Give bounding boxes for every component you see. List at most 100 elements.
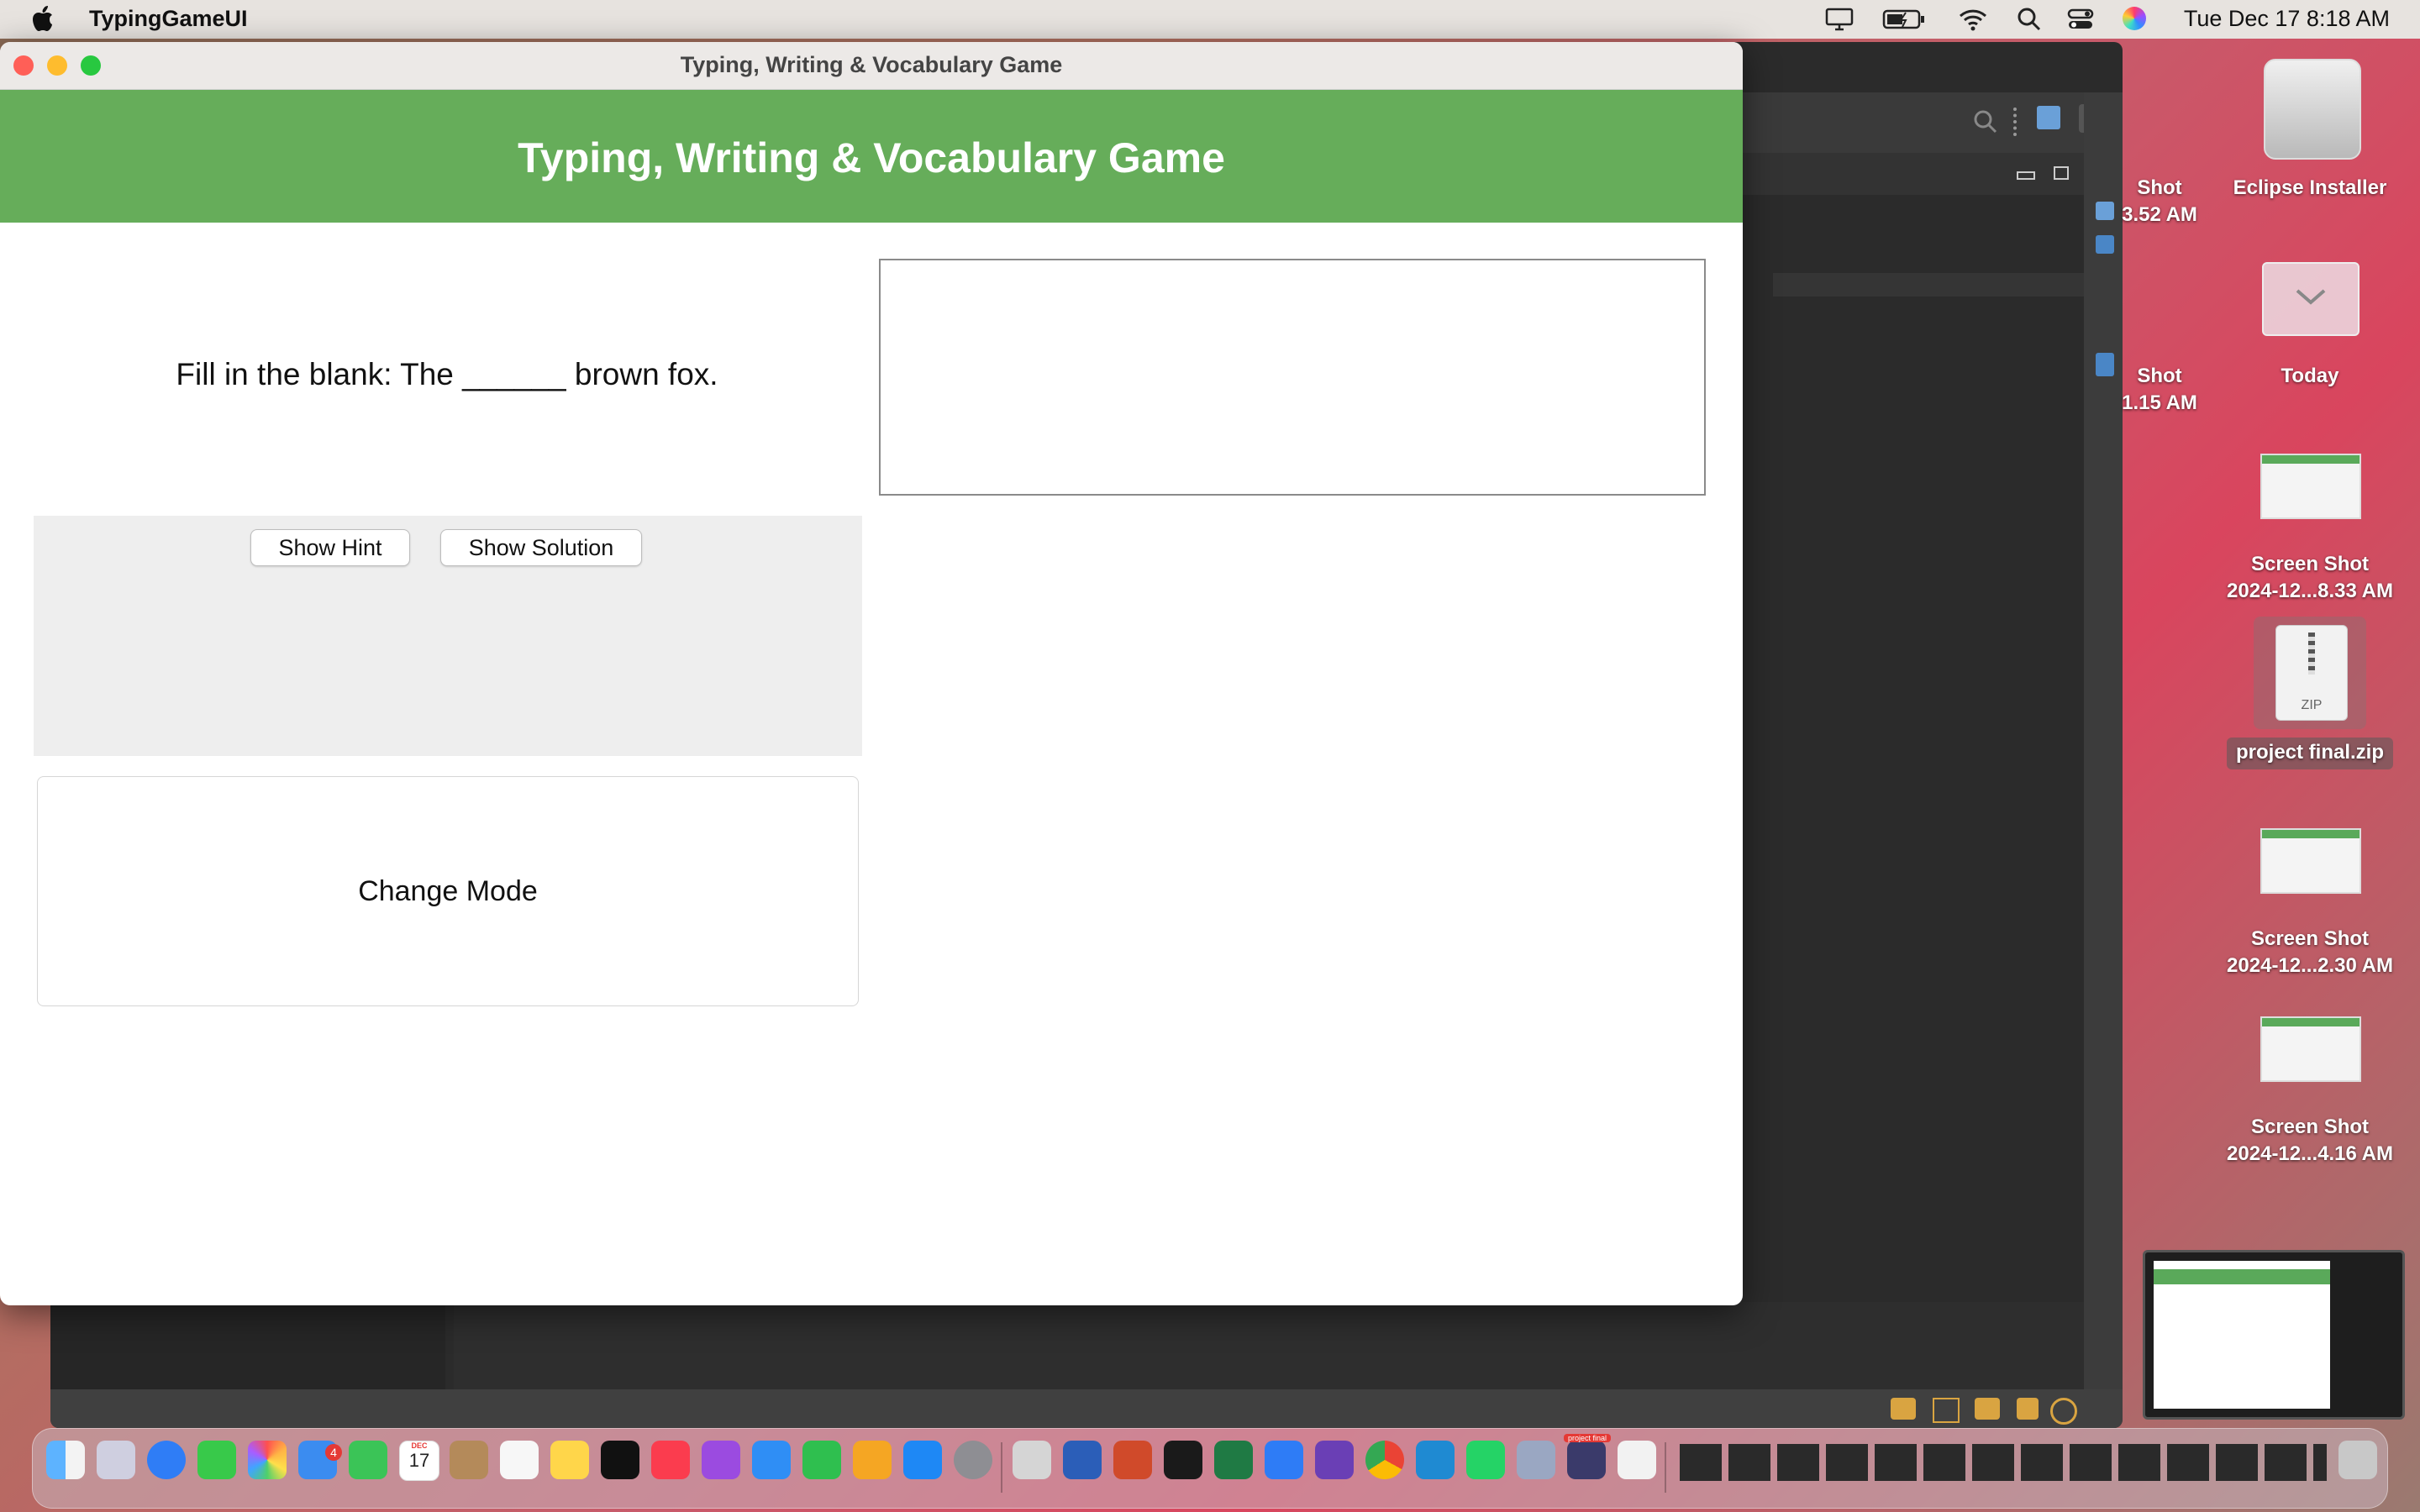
dock-divider [1665,1442,1666,1493]
zip-file-icon[interactable]: ZIP [2275,625,2348,721]
messages-icon[interactable] [197,1441,236,1479]
screenshot-thumbnail[interactable] [2260,454,2361,519]
question-text: Fill in the blank: The ______ brown fox. [176,357,718,391]
maximize-icon[interactable] [2054,166,2069,180]
launchpad-icon[interactable] [97,1441,135,1479]
zipper-icon [2308,633,2315,675]
minimized-windows[interactable] [1680,1444,2327,1481]
word-icon[interactable] [1063,1441,1102,1479]
vscode-icon[interactable] [1416,1441,1455,1479]
chevron-down-icon [2296,289,2326,305]
desktop-label-screenshot-1-line1[interactable]: Screen Shot [2213,551,2407,578]
screenshot-thumbnail[interactable] [2260,1016,2361,1082]
whatsapp-icon[interactable] [1466,1441,1505,1479]
smiley-icon[interactable] [2050,1398,2077,1425]
contacts-icon[interactable] [450,1441,488,1479]
project-final-icon[interactable]: project final [1564,1434,1611,1479]
display-icon[interactable] [1825,7,1854,32]
game-window: Typing, Writing & Vocabulary Game Typing… [0,42,1743,1305]
dock: 4 DEC 17 project final [32,1428,2388,1509]
desktop-label-partial-2-line2[interactable]: 1.15 AM [2075,390,2244,417]
desktop-label-partial-1-line1[interactable]: Shot [2075,175,2244,202]
app-menu-name[interactable]: TypingGameUI [89,6,248,32]
calendar-month: DEC [411,1441,428,1450]
photos-icon[interactable] [248,1441,287,1479]
preview-image [2154,1261,2330,1409]
outline-icon[interactable] [2096,235,2114,254]
answer-input[interactable] [879,259,1706,496]
menu-bar: TypingGameUI Tue Dec 17 8:18 AM [0,0,2420,39]
mail-icon[interactable]: 4 [298,1441,342,1479]
finder-icon[interactable] [46,1441,85,1479]
screenshot-thumbnail[interactable] [2260,828,2361,894]
app-store-icon[interactable] [903,1441,942,1479]
siri-icon[interactable] [2123,7,2146,30]
podcasts-icon[interactable] [702,1441,740,1479]
desktop-label-screenshot-2-line1[interactable]: Screen Shot [2213,926,2407,953]
tutorial-icon[interactable] [1975,1398,2000,1420]
reminders-icon[interactable] [500,1441,539,1479]
eclipse-right-trim [2084,92,2123,1403]
mail-badge: 4 [325,1444,342,1461]
hint-panel: Show Hint Show Solution [34,516,862,756]
perspective-icon[interactable] [2037,106,2060,129]
java-launcher-icon[interactable] [1618,1441,1656,1479]
eclipse-installer-icon[interactable] [2264,59,2361,160]
desktop-label-screenshot-2-line2[interactable]: 2024-12...2.30 AM [2213,953,2407,979]
powerpoint-icon[interactable] [1113,1441,1152,1479]
chrome-icon[interactable] [1365,1441,1404,1479]
apple-tv-icon[interactable] [601,1441,639,1479]
numbers-icon[interactable] [802,1441,841,1479]
wifi-icon[interactable] [1958,7,1988,32]
desktop-label-partial-2-line1[interactable]: Shot [2075,363,2244,390]
wand-icon[interactable] [2017,1398,2039,1420]
project-label: project final [1564,1434,1611,1442]
notes-icon[interactable] [550,1441,589,1479]
book-icon[interactable] [1933,1398,1960,1423]
facetime-icon[interactable] [349,1441,387,1479]
eclipse-status-bar [50,1389,2123,1428]
music-icon[interactable] [651,1441,690,1479]
pen-tool-icon[interactable] [1013,1441,1051,1479]
editor-current-line [1773,273,2092,297]
window-title: Typing, Writing & Vocabulary Game [680,52,1063,77]
desktop-label-screenshot-3-line2[interactable]: 2024-12...4.16 AM [2213,1141,2407,1168]
game-header: Typing, Writing & Vocabulary Game [0,90,1743,223]
desktop-label-screenshot-1-line2[interactable]: 2024-12...8.33 AM [2213,578,2407,605]
desktop-label-partial-1-line2[interactable]: 3.52 AM [2075,202,2244,228]
search-icon[interactable] [2017,7,2042,32]
excel-icon[interactable] [1214,1441,1253,1479]
show-solution-button[interactable]: Show Solution [440,529,642,566]
folder-icon[interactable] [2262,262,2360,336]
safari-icon[interactable] [147,1441,186,1479]
apple-icon[interactable] [32,5,54,32]
dock-divider [1001,1442,1002,1493]
desktop-label-project-zip[interactable]: project final.zip [2213,739,2407,766]
keynote-icon[interactable] [752,1441,791,1479]
preview-app-icon[interactable] [1517,1441,1555,1479]
search-icon[interactable] [1973,109,1998,134]
calendar-day: 17 [408,1450,430,1471]
desktop-label-screenshot-3-line1[interactable]: Screen Shot [2213,1114,2407,1141]
minimize-icon[interactable] [2017,171,2035,180]
menu-clock[interactable]: Tue Dec 17 8:18 AM [2184,6,2390,32]
calendar-icon[interactable]: DEC 17 [399,1441,439,1481]
zip-text: ZIP [2301,698,2323,712]
header-title: Typing, Writing & Vocabulary Game [518,134,1225,181]
console-pane [454,1302,2084,1394]
xcode-icon[interactable] [1265,1441,1303,1479]
package-explorer-pane [50,1302,445,1394]
change-mode-button[interactable]: Change Mode [37,776,859,1006]
more-icon[interactable] [2013,108,2022,136]
window-titlebar: Typing, Writing & Vocabulary Game [0,42,1743,90]
terminal-icon[interactable] [1164,1441,1202,1479]
tip-icon[interactable] [1891,1398,1916,1420]
show-hint-button[interactable]: Show Hint [250,529,410,566]
trash-icon[interactable] [2338,1441,2377,1479]
system-settings-icon[interactable] [954,1441,992,1479]
control-center-icon[interactable] [2067,7,2094,32]
battery-icon[interactable] [1882,7,1926,32]
pages-icon[interactable] [853,1441,892,1479]
screenshot-preview[interactable] [2143,1250,2405,1420]
github-icon[interactable] [1315,1441,1354,1479]
